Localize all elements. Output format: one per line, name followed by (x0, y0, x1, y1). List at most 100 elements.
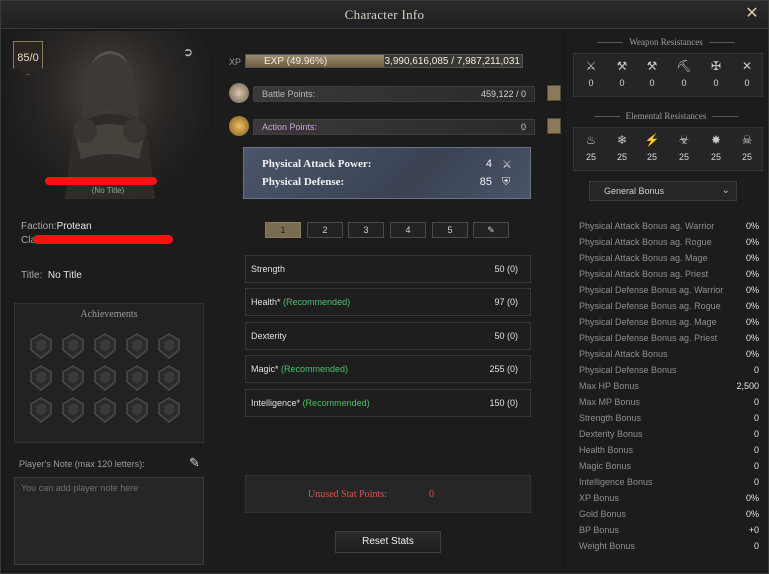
elem-res-frost: ❄ 25 (607, 128, 637, 162)
bonus-row: Physical Attack Bonus 0% (579, 349, 759, 359)
tab-5[interactable]: 5 (432, 222, 468, 238)
tab-1[interactable]: 1 (265, 222, 301, 238)
achievement-badge-icon[interactable] (27, 364, 55, 392)
achievement-badge-icon[interactable] (91, 332, 119, 360)
crown-icon (229, 116, 249, 136)
bonus-row: Physical Defense Bonus 0 (579, 365, 759, 375)
battle-points-book-icon[interactable] (547, 85, 561, 101)
achievement-badge-icon[interactable] (59, 332, 87, 360)
stat-row-intelligence[interactable]: Intelligence* (Recommended) 150 (0) (245, 389, 531, 417)
elem-res-fire: ♨ 25 (576, 128, 606, 162)
achievement-badge-icon[interactable] (155, 364, 183, 392)
bonus-value: 0% (745, 509, 759, 519)
bonus-row: Weight Bonus 0 (579, 541, 759, 551)
title-value: No Title (47, 270, 82, 281)
achievement-badge-icon[interactable] (155, 396, 183, 424)
physical-defense-label: Physical Defense: (262, 176, 345, 188)
bonus-row: Max HP Bonus 2,500 (579, 381, 759, 391)
share-icon[interactable]: ➲ (183, 45, 193, 59)
title-bar[interactable]: Character Info ✕ (1, 1, 768, 29)
bonus-row: Dexterity Bonus 0 (579, 429, 759, 439)
crossed-axes-icon: ⚒ (616, 59, 628, 73)
achievement-badge-icon[interactable] (59, 364, 87, 392)
bonus-label: Max HP Bonus (579, 381, 639, 391)
xp-bar: EXP (49.96%) 3,990,616,085 / 7,987,211,0… (245, 54, 523, 68)
bonus-value: 0 (753, 429, 759, 439)
unused-stat-points: Unused Stat Points: 0 (245, 475, 531, 513)
bonus-row: Physical Defense Bonus ag. Rogue 0% (579, 301, 759, 311)
bonus-row: Physical Attack Bonus ag. Warrior 0% (579, 221, 759, 231)
bonus-row: Physical Defense Bonus ag. Priest 0% (579, 333, 759, 343)
achievement-badge-icon[interactable] (91, 396, 119, 424)
chevron-down-icon: ⌄ (721, 185, 730, 196)
bonus-label: Physical Defense Bonus ag. Warrior (579, 285, 724, 295)
action-points-book-icon[interactable] (547, 118, 561, 134)
stat-value: 50 (0) (494, 264, 518, 274)
tab-4[interactable]: 4 (390, 222, 426, 238)
physical-defense-value: 85 (479, 176, 492, 188)
stat-row-magic[interactable]: Magic* (Recommended) 255 (0) (245, 355, 531, 383)
tab-3[interactable]: 3 (348, 222, 384, 238)
weapon-res-picks: ⛏ 0 (669, 54, 699, 88)
battle-points-row: Battle Points: 459,122 / 0 (229, 83, 561, 105)
bonus-value: +0 (748, 525, 759, 535)
character-subtitle: (No Title) (91, 186, 125, 195)
player-note-input[interactable] (14, 477, 204, 565)
bonus-label: Physical Attack Bonus ag. Priest (579, 269, 709, 279)
bonus-value: 0 (753, 365, 759, 375)
bonus-value: 0 (753, 413, 759, 423)
stat-value: 50 (0) (494, 331, 518, 341)
player-note-label: Player's Note (max 120 letters): (19, 459, 145, 469)
achievement-badge-icon[interactable] (123, 332, 151, 360)
stat-row-strength[interactable]: Strength 50 (0) (245, 255, 531, 283)
faction-value: Protean (56, 221, 92, 232)
stat-value: 255 (0) (489, 364, 518, 374)
elemental-resistances-title: Elemental Resistances (565, 111, 767, 121)
fire-icon: ♨ (585, 133, 597, 147)
achievement-badge-icon[interactable] (155, 332, 183, 360)
edit-note-icon[interactable]: ✎ (189, 455, 200, 471)
edit-preset-quill-icon[interactable]: ✎ (473, 222, 509, 238)
achievement-badge-icon[interactable] (27, 332, 55, 360)
bonus-row: BP Bonus +0 (579, 525, 759, 535)
bonus-label: Dexterity Bonus (579, 429, 643, 439)
stat-value: 97 (0) (494, 297, 518, 307)
achievement-badge-icon[interactable] (91, 364, 119, 392)
bonus-row: Intelligence Bonus 0 (579, 477, 759, 487)
tab-2[interactable]: 2 (307, 222, 343, 238)
bonus-label: Weight Bonus (579, 541, 635, 551)
reset-stats-button[interactable]: Reset Stats (335, 531, 441, 553)
bonus-row: XP Bonus 0% (579, 493, 759, 503)
crossed-swords-icon: ⚔ (585, 59, 597, 73)
achievement-badge-icon[interactable] (123, 396, 151, 424)
battle-points-value: 459,122 / 0 (480, 89, 526, 99)
redacted-name (45, 177, 157, 185)
achievement-badge-icon[interactable] (27, 396, 55, 424)
stat-row-dexterity[interactable]: Dexterity 50 (0) (245, 322, 531, 350)
bonus-value: 0 (753, 445, 759, 455)
bonus-label: Physical Defense Bonus ag. Mage (579, 317, 717, 327)
faction-label: Faction: (21, 221, 57, 232)
crossed-spears-icon: ✠ (710, 59, 722, 73)
weapon-res-spears: ✠ 0 (701, 54, 731, 88)
bonus-label: Magic Bonus (579, 461, 632, 471)
physical-power-panel: Physical Attack Power: 4 ⚔ Physical Defe… (243, 147, 531, 199)
achievement-badge-icon[interactable] (123, 364, 151, 392)
weapon-resistances-box: ⚔ 0 ⚒ 0 ⚒ 0 ⛏ 0 ✠ 0 ✕ 0 (573, 53, 763, 97)
bonus-row: Physical Attack Bonus ag. Priest 0% (579, 269, 759, 279)
resistances-panel: Weapon Resistances ⚔ 0 ⚒ 0 ⚒ 0 ⛏ 0 ✠ 0 ✕ 0 Ele… (565, 31, 767, 571)
achievement-badge-icon[interactable] (59, 396, 87, 424)
bonus-value: 0% (745, 237, 759, 247)
stat-row-health[interactable]: Health* (Recommended) 97 (0) (245, 288, 531, 316)
bonus-label: Physical Attack Bonus (579, 349, 668, 359)
battle-points-label: Battle Points: (262, 89, 316, 99)
bonus-value: 0% (745, 269, 759, 279)
elem-res-holy: ✸ 25 (701, 128, 731, 162)
bonus-label: Physical Attack Bonus ag. Rogue (579, 237, 712, 247)
bonus-row: Magic Bonus 0 (579, 461, 759, 471)
bonus-row: Physical Defense Bonus ag. Warrior 0% (579, 285, 759, 295)
frost-icon: ❄ (616, 133, 628, 147)
title-label: Title: (21, 270, 43, 281)
close-icon[interactable]: ✕ (744, 6, 760, 22)
bonus-category-dropdown[interactable]: General Bonus ⌄ (589, 181, 737, 201)
